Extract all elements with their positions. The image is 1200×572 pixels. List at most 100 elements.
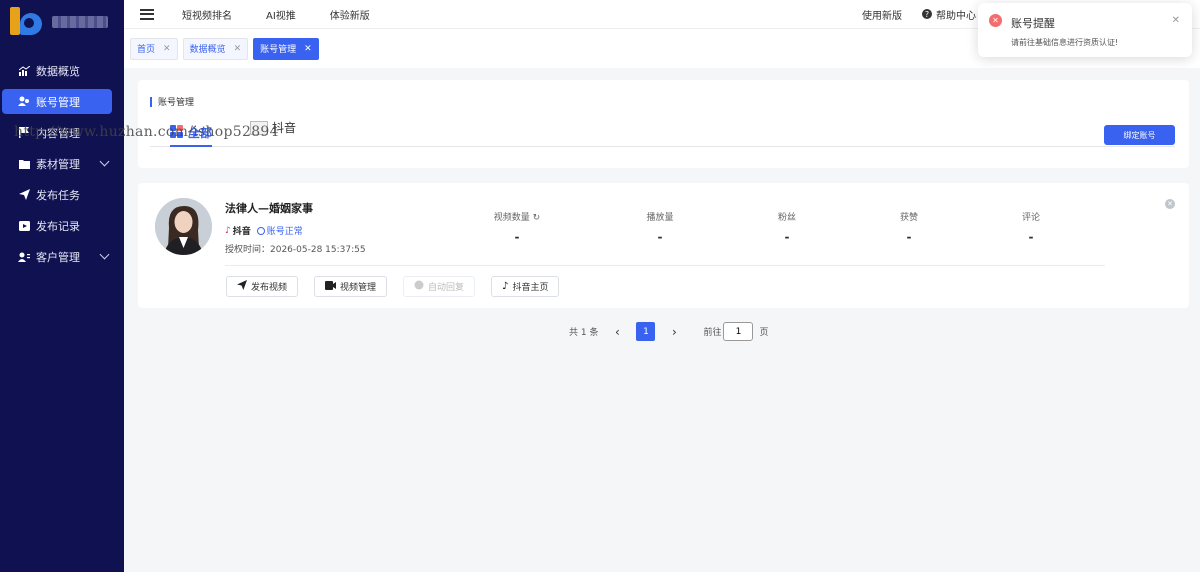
- tiktok-icon: ♪: [225, 225, 231, 236]
- stat-value: -: [906, 230, 912, 244]
- video-management-button[interactable]: 视频管理: [314, 276, 388, 297]
- stat-comments: 评论 -: [991, 210, 1071, 244]
- sidebar-item-account-management[interactable]: 账号管理: [2, 89, 112, 114]
- sidebar-item-label: 发布记录: [36, 219, 80, 233]
- send-icon: [237, 280, 247, 293]
- page-suffix: 页: [759, 328, 769, 338]
- chevron-left-icon[interactable]: ‹: [610, 325, 624, 339]
- users-icon: [18, 96, 30, 108]
- sidebar-item-publish-record[interactable]: 发布记录: [2, 213, 112, 238]
- avatar[interactable]: [155, 198, 212, 255]
- stat-fans: 粉丝 -: [747, 210, 827, 244]
- platform-name: 抖音: [232, 227, 251, 237]
- top-link-video-ranking[interactable]: 短视频排名: [182, 7, 232, 22]
- sidebar-item-data-overview[interactable]: 数据概览: [2, 58, 112, 83]
- account-card: 法律人—婚姻家事 ♪ 抖音 账号正常 授权时间：2026-05-28 15:37…: [138, 183, 1189, 308]
- sidebar-nav: 数据概览 账号管理 内容管理 素材管理 发布任务 发布记录 客户管理: [0, 58, 124, 269]
- douyin-homepage-button[interactable]: ♪ 抖音主页: [491, 276, 560, 297]
- stat-value: -: [1028, 230, 1034, 244]
- section-title: 账号管理: [150, 95, 194, 108]
- remove-account-icon[interactable]: ✕: [1165, 199, 1175, 209]
- stat-value: -: [514, 230, 520, 244]
- close-icon[interactable]: ✕: [304, 44, 312, 54]
- top-nav-links: 短视频排名 AI视推 体验新版: [182, 7, 370, 22]
- page-number-current[interactable]: 1: [636, 322, 656, 341]
- account-actions: 发布视频 视频管理 自动回复 ♪ 抖音主页: [226, 276, 560, 297]
- account-name: 法律人—婚姻家事: [225, 202, 313, 215]
- chevron-down-icon[interactable]: [98, 156, 112, 170]
- menu-toggle-icon[interactable]: [140, 8, 154, 20]
- pagination-goto: 前往 页: [703, 322, 768, 341]
- sidebar-item-label: 发布任务: [36, 188, 80, 202]
- button-label: 视频管理: [340, 283, 377, 293]
- stat-video-count: 视频数量 ↻ -: [477, 210, 557, 244]
- tab-account-management[interactable]: 账号管理 ✕: [253, 37, 319, 60]
- help-icon: ?: [922, 9, 932, 19]
- status-text: 账号正常: [266, 227, 303, 237]
- folder-icon: [18, 158, 30, 170]
- close-icon[interactable]: ✕: [1172, 15, 1180, 26]
- video-icon: [18, 220, 30, 232]
- brand-logo-icon: [8, 5, 44, 39]
- sidebar-item-material-management[interactable]: 素材管理: [2, 151, 112, 176]
- tab-home[interactable]: 首页 ✕: [130, 37, 178, 60]
- video-icon: [325, 280, 337, 293]
- watermark: http://www.huzhan.com/ishop52894: [14, 124, 279, 140]
- notification-title: 账号提醒: [1011, 17, 1055, 30]
- stat-label: 播放量: [646, 213, 674, 223]
- sidebar-item-customer-management[interactable]: 客户管理: [2, 244, 112, 269]
- close-icon[interactable]: ✕: [163, 44, 171, 54]
- account-platform-row: ♪ 抖音 账号正常: [225, 224, 303, 238]
- top-right-links: 使用新版 ? 帮助中心: [862, 7, 976, 22]
- platform-badge: ♪ 抖音: [225, 224, 251, 238]
- chevron-right-icon[interactable]: ›: [667, 325, 681, 339]
- stat-label: 获赞: [899, 213, 918, 223]
- stat-value: -: [784, 230, 790, 244]
- section-title-text: 账号管理: [158, 98, 195, 108]
- top-link-ai-push[interactable]: AI视推: [266, 7, 296, 22]
- error-icon: ✕: [989, 14, 1002, 27]
- sidebar: 数据概览 账号管理 内容管理 素材管理 发布任务 发布记录 客户管理: [0, 0, 124, 572]
- chart-icon: [18, 65, 30, 77]
- stat-likes: 获赞 -: [869, 210, 949, 244]
- help-center-label: 帮助中心: [936, 10, 976, 22]
- stat-label: 粉丝: [777, 213, 796, 223]
- use-new-version-link[interactable]: 使用新版: [862, 7, 902, 22]
- send-icon: [18, 189, 30, 201]
- publish-video-button[interactable]: 发布视频: [226, 276, 299, 297]
- button-label: 自动回复: [428, 283, 465, 293]
- logo[interactable]: [0, 0, 124, 44]
- account-notification: ✕ 账号提醒 请前往基础信息进行资质认证! ✕: [978, 3, 1192, 57]
- stat-label: 视频数量: [493, 213, 530, 223]
- top-link-try-new-version[interactable]: 体验新版: [330, 7, 370, 22]
- auto-reply-button[interactable]: 自动回复: [403, 276, 476, 297]
- sidebar-item-label: 素材管理: [36, 157, 80, 171]
- goto-page-input[interactable]: [723, 322, 754, 341]
- tab-data-overview[interactable]: 数据概览 ✕: [182, 37, 249, 60]
- brand-name-blurred: [52, 16, 108, 28]
- chat-icon: [414, 280, 424, 293]
- bind-account-button[interactable]: 绑定账号: [1104, 125, 1175, 145]
- tiktok-icon: ♪: [502, 281, 509, 292]
- title-accent-bar: [150, 96, 152, 107]
- auth-time: 授权时间：2026-05-28 15:37:55: [225, 245, 366, 255]
- notification-message: 请前往基础信息进行资质认证!: [1011, 38, 1119, 47]
- sidebar-item-publish-task[interactable]: 发布任务: [2, 182, 112, 207]
- sidebar-item-label: 客户管理: [36, 250, 80, 264]
- pagination: 共 1 条 ‹ 1 › 前往 页: [569, 322, 768, 341]
- help-center-link[interactable]: ? 帮助中心: [922, 7, 976, 22]
- user-group-icon: [18, 251, 30, 263]
- sidebar-item-label: 数据概览: [36, 64, 80, 78]
- pagination-total: 共 1 条: [569, 328, 599, 338]
- stat-label: 评论: [1021, 213, 1040, 223]
- close-icon[interactable]: ✕: [234, 44, 242, 54]
- chevron-down-icon[interactable]: [98, 249, 112, 263]
- account-section-card: 账号管理 全部 抖音 绑定账号: [138, 80, 1189, 168]
- tab-label: 数据概览: [189, 45, 226, 55]
- refresh-icon[interactable]: ↻: [533, 213, 541, 223]
- platform-tabs: 全部 抖音: [150, 117, 1175, 147]
- tab-label: 账号管理: [260, 45, 297, 55]
- status-badge: 账号正常: [256, 224, 303, 237]
- button-label: 发布视频: [251, 283, 288, 293]
- stat-plays: 播放量 -: [620, 210, 700, 244]
